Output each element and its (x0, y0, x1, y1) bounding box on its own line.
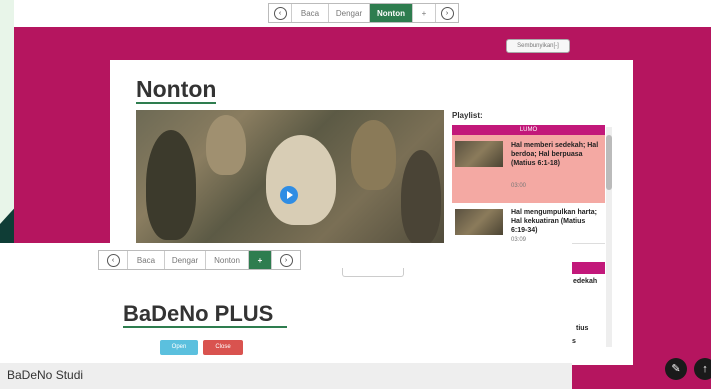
playlist-item-title: Hal memberi sedekah; Hal berdoa; Hal ber… (511, 142, 599, 167)
tab-baca[interactable]: Baca (292, 4, 329, 22)
video-figure (401, 150, 441, 245)
chevron-left-circle-icon: ‹ (106, 253, 120, 267)
tab-nonton[interactable]: Nonton (206, 251, 249, 269)
playlist-group-header: LUMO (452, 125, 605, 135)
chevron-left-circle-icon: ‹ (273, 6, 287, 20)
arrow-up-icon[interactable]: ↑ (694, 358, 711, 380)
title-underline (123, 326, 287, 328)
tab-dengar[interactable]: Dengar (329, 4, 370, 22)
playlist-item-title[interactable]: tius (576, 325, 588, 332)
overlay-title: BaDeNo PLUS (123, 301, 274, 326)
pencil-icon[interactable]: ✎ (665, 358, 687, 380)
playlist-item[interactable]: Hal mengumpulkan harta; Hal kekuatiran (… (452, 203, 605, 244)
playlist-label: Playlist: (452, 111, 483, 120)
video-player[interactable] (136, 110, 444, 250)
next-button[interactable]: › (436, 4, 458, 22)
playlist-group-header (572, 262, 605, 274)
open-button[interactable]: Open (160, 340, 198, 355)
playlist-item-title[interactable]: s (572, 338, 576, 345)
playlist-item-title: Hal mengumpulkan harta; Hal kekuatiran (… (511, 209, 597, 234)
studi-label: BaDeNo Studi (7, 368, 84, 382)
tab-baca[interactable]: Baca (128, 251, 165, 269)
playlist-item-duration: 03:00 (511, 183, 527, 189)
chevron-right-circle-icon: › (279, 253, 293, 267)
video-figure (266, 135, 336, 225)
prev-button[interactable]: ‹ (99, 251, 128, 269)
playlist-item[interactable]: Hal memberi sedekah; Hal berdoa; Hal ber… (452, 135, 605, 203)
tab-dengar[interactable]: Dengar (165, 251, 206, 269)
video-figure (351, 120, 396, 190)
tab-nonton[interactable]: Nonton (370, 4, 413, 22)
video-figure (206, 115, 246, 175)
tab-plus[interactable]: + (249, 251, 272, 269)
chevron-right-circle-icon: › (440, 6, 454, 20)
studi-bar[interactable] (0, 363, 572, 389)
video-thumbnail (455, 141, 503, 167)
overlay-nav: ‹ Baca Dengar Nonton + › (98, 250, 301, 270)
tab-plus[interactable]: + (413, 4, 436, 22)
title-underline (136, 102, 216, 104)
playlist-scrollbar-thumb[interactable] (606, 135, 612, 190)
video-thumbnail (455, 209, 503, 235)
playlist-item-title[interactable]: edekah (573, 278, 597, 285)
page-title: Nonton (136, 76, 217, 102)
video-figure (146, 130, 196, 240)
play-icon[interactable] (280, 186, 298, 204)
top-nav: ‹ Baca Dengar Nonton + › (268, 3, 459, 23)
next-button[interactable]: › (272, 251, 300, 269)
hide-toggle-button[interactable]: Sembunyikan[-] (506, 39, 570, 53)
prev-button[interactable]: ‹ (269, 4, 292, 22)
close-button[interactable]: Close (203, 340, 243, 355)
hide-toggle-button[interactable] (342, 268, 404, 277)
